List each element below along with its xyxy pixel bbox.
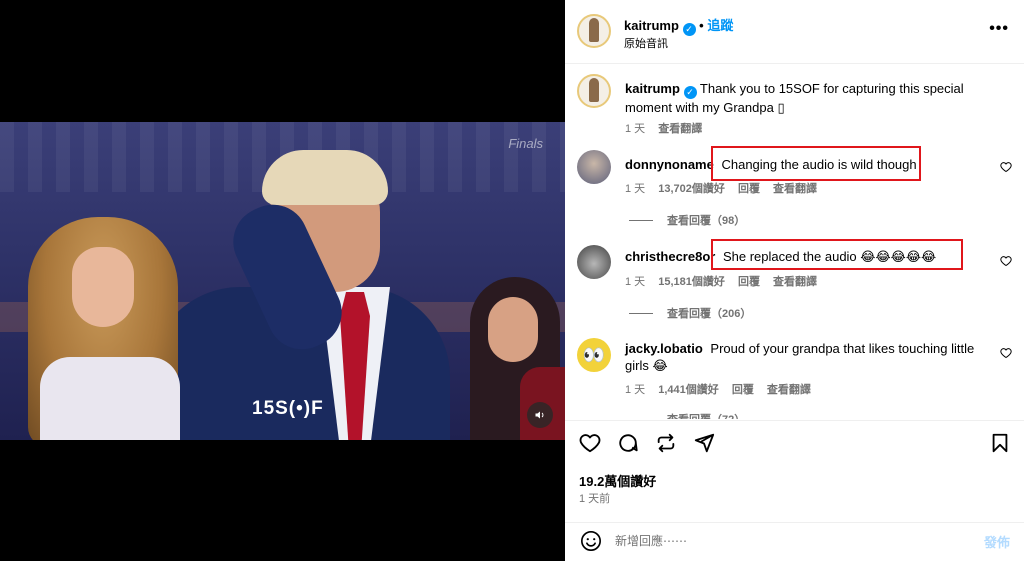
- replies-line: [629, 312, 653, 314]
- comment-jacky-lobatio: jacky.lobatio Proud of your grandpa that…: [625, 340, 975, 374]
- follow-button[interactable]: 追蹤: [707, 18, 733, 33]
- 15sof-logo: 15S(•)F: [252, 398, 324, 419]
- likes-count[interactable]: 19.2萬個讚好: [579, 471, 656, 490]
- comment-likes[interactable]: 15,181個讚好: [658, 276, 725, 288]
- reply-bar: 發佈: [565, 523, 1024, 561]
- comment-like-heart-icon[interactable]: [1000, 255, 1012, 267]
- actions-divider: [565, 420, 1024, 421]
- reply-button[interactable]: 回覆: [738, 276, 760, 288]
- caption-avatar[interactable]: [577, 74, 611, 108]
- repost-icon[interactable]: [655, 432, 677, 454]
- comment-time: 1 天: [625, 183, 646, 195]
- girl-face: [72, 247, 134, 327]
- comment-time: 1 天: [625, 276, 646, 288]
- translate-link[interactable]: 查看翻譯: [767, 384, 811, 396]
- speaker-icon[interactable]: [527, 402, 553, 428]
- comment-icon[interactable]: [617, 432, 639, 454]
- girl-body: [40, 357, 180, 440]
- caption-username[interactable]: kaitrump: [625, 81, 680, 96]
- reply-input[interactable]: [615, 532, 945, 550]
- view-replies-label: 查看回覆（72）: [667, 411, 745, 419]
- comment-meta: 1 天 1,441個讚好 回覆 查看翻譯: [625, 381, 821, 397]
- translate-link[interactable]: 查看翻譯: [773, 183, 817, 195]
- bookmark-icon[interactable]: [989, 432, 1011, 459]
- separator-dot: •: [699, 18, 704, 33]
- comment-likes[interactable]: 13,702個讚好: [658, 183, 725, 195]
- header-username[interactable]: kaitrump: [624, 18, 679, 33]
- highlight-box: [711, 146, 921, 181]
- comment-avatar-donnynoname[interactable]: [577, 150, 611, 184]
- post-action-bar: [579, 432, 715, 454]
- heart-icon[interactable]: [579, 432, 601, 454]
- view-replies-button[interactable]: 查看回覆（98）: [629, 212, 745, 228]
- original-audio-link[interactable]: 原始音訊: [624, 35, 668, 51]
- reply-button[interactable]: 回覆: [732, 384, 754, 396]
- replies-line: [629, 219, 653, 221]
- emoji-avatar-icon: 👀: [582, 344, 606, 365]
- highlight-box: [711, 239, 963, 270]
- view-replies-label: 查看回覆（98）: [667, 215, 746, 227]
- view-replies-button[interactable]: 查看回覆（72）: [629, 411, 745, 419]
- caption-meta: 1 天 查看翻譯: [625, 120, 712, 136]
- verified-badge-icon: ✓: [683, 86, 697, 99]
- reply-button[interactable]: 回覆: [738, 183, 760, 195]
- header-avatar[interactable]: [577, 14, 611, 48]
- translate-link[interactable]: 查看翻譯: [773, 276, 817, 288]
- comment-like-heart-icon[interactable]: [1000, 347, 1012, 359]
- share-icon[interactable]: [693, 432, 715, 454]
- comment-username[interactable]: christhecre8or: [625, 249, 715, 264]
- comment-username[interactable]: jacky.lobatio: [625, 341, 703, 356]
- saluting-man-hair: [262, 150, 388, 205]
- comment-like-heart-icon[interactable]: [1000, 161, 1012, 173]
- comment-meta: 1 天 13,702個讚好 回覆 查看翻譯: [625, 180, 827, 196]
- background-person-face: [488, 297, 538, 362]
- header-divider: [565, 63, 1024, 64]
- replies-line: [629, 418, 653, 419]
- view-replies-button[interactable]: 查看回覆（206）: [629, 305, 751, 321]
- view-replies-label: 查看回覆（206）: [667, 308, 752, 320]
- caption-time: 1 天: [625, 123, 646, 135]
- emoji-picker-icon[interactable]: [580, 530, 602, 552]
- comment-avatar-jacky-lobatio[interactable]: 👀: [577, 338, 611, 372]
- comments-scroll-clip: 查看回覆（72）: [565, 405, 1024, 419]
- caption-text: kaitrump ✓ Thank you to 15SOF for captur…: [625, 80, 975, 116]
- finals-watermark: Finals: [508, 136, 543, 151]
- post-time: 1 天前: [579, 493, 611, 505]
- video-player[interactable]: Finals 15S(•)F: [0, 122, 565, 440]
- comment-likes[interactable]: 1,441個讚好: [658, 384, 719, 396]
- comment-meta: 1 天 15,181個讚好 回覆 查看翻譯: [625, 273, 827, 289]
- verified-badge-icon: ✓: [682, 23, 696, 36]
- post-side-panel: kaitrump ✓ • 追蹤 原始音訊 ••• kaitrump ✓ Than…: [565, 0, 1024, 561]
- post-button[interactable]: 發佈: [984, 532, 1010, 551]
- caption-translate-link[interactable]: 查看翻譯: [658, 123, 702, 135]
- comment-avatar-christhecre8or[interactable]: [577, 245, 611, 279]
- comment-username[interactable]: donnynoname: [625, 157, 714, 172]
- comment-time: 1 天: [625, 384, 646, 396]
- header-user-line: kaitrump ✓ • 追蹤: [624, 15, 733, 36]
- post-media[interactable]: Finals 15S(•)F: [0, 0, 565, 561]
- more-options-icon[interactable]: •••: [989, 20, 1009, 38]
